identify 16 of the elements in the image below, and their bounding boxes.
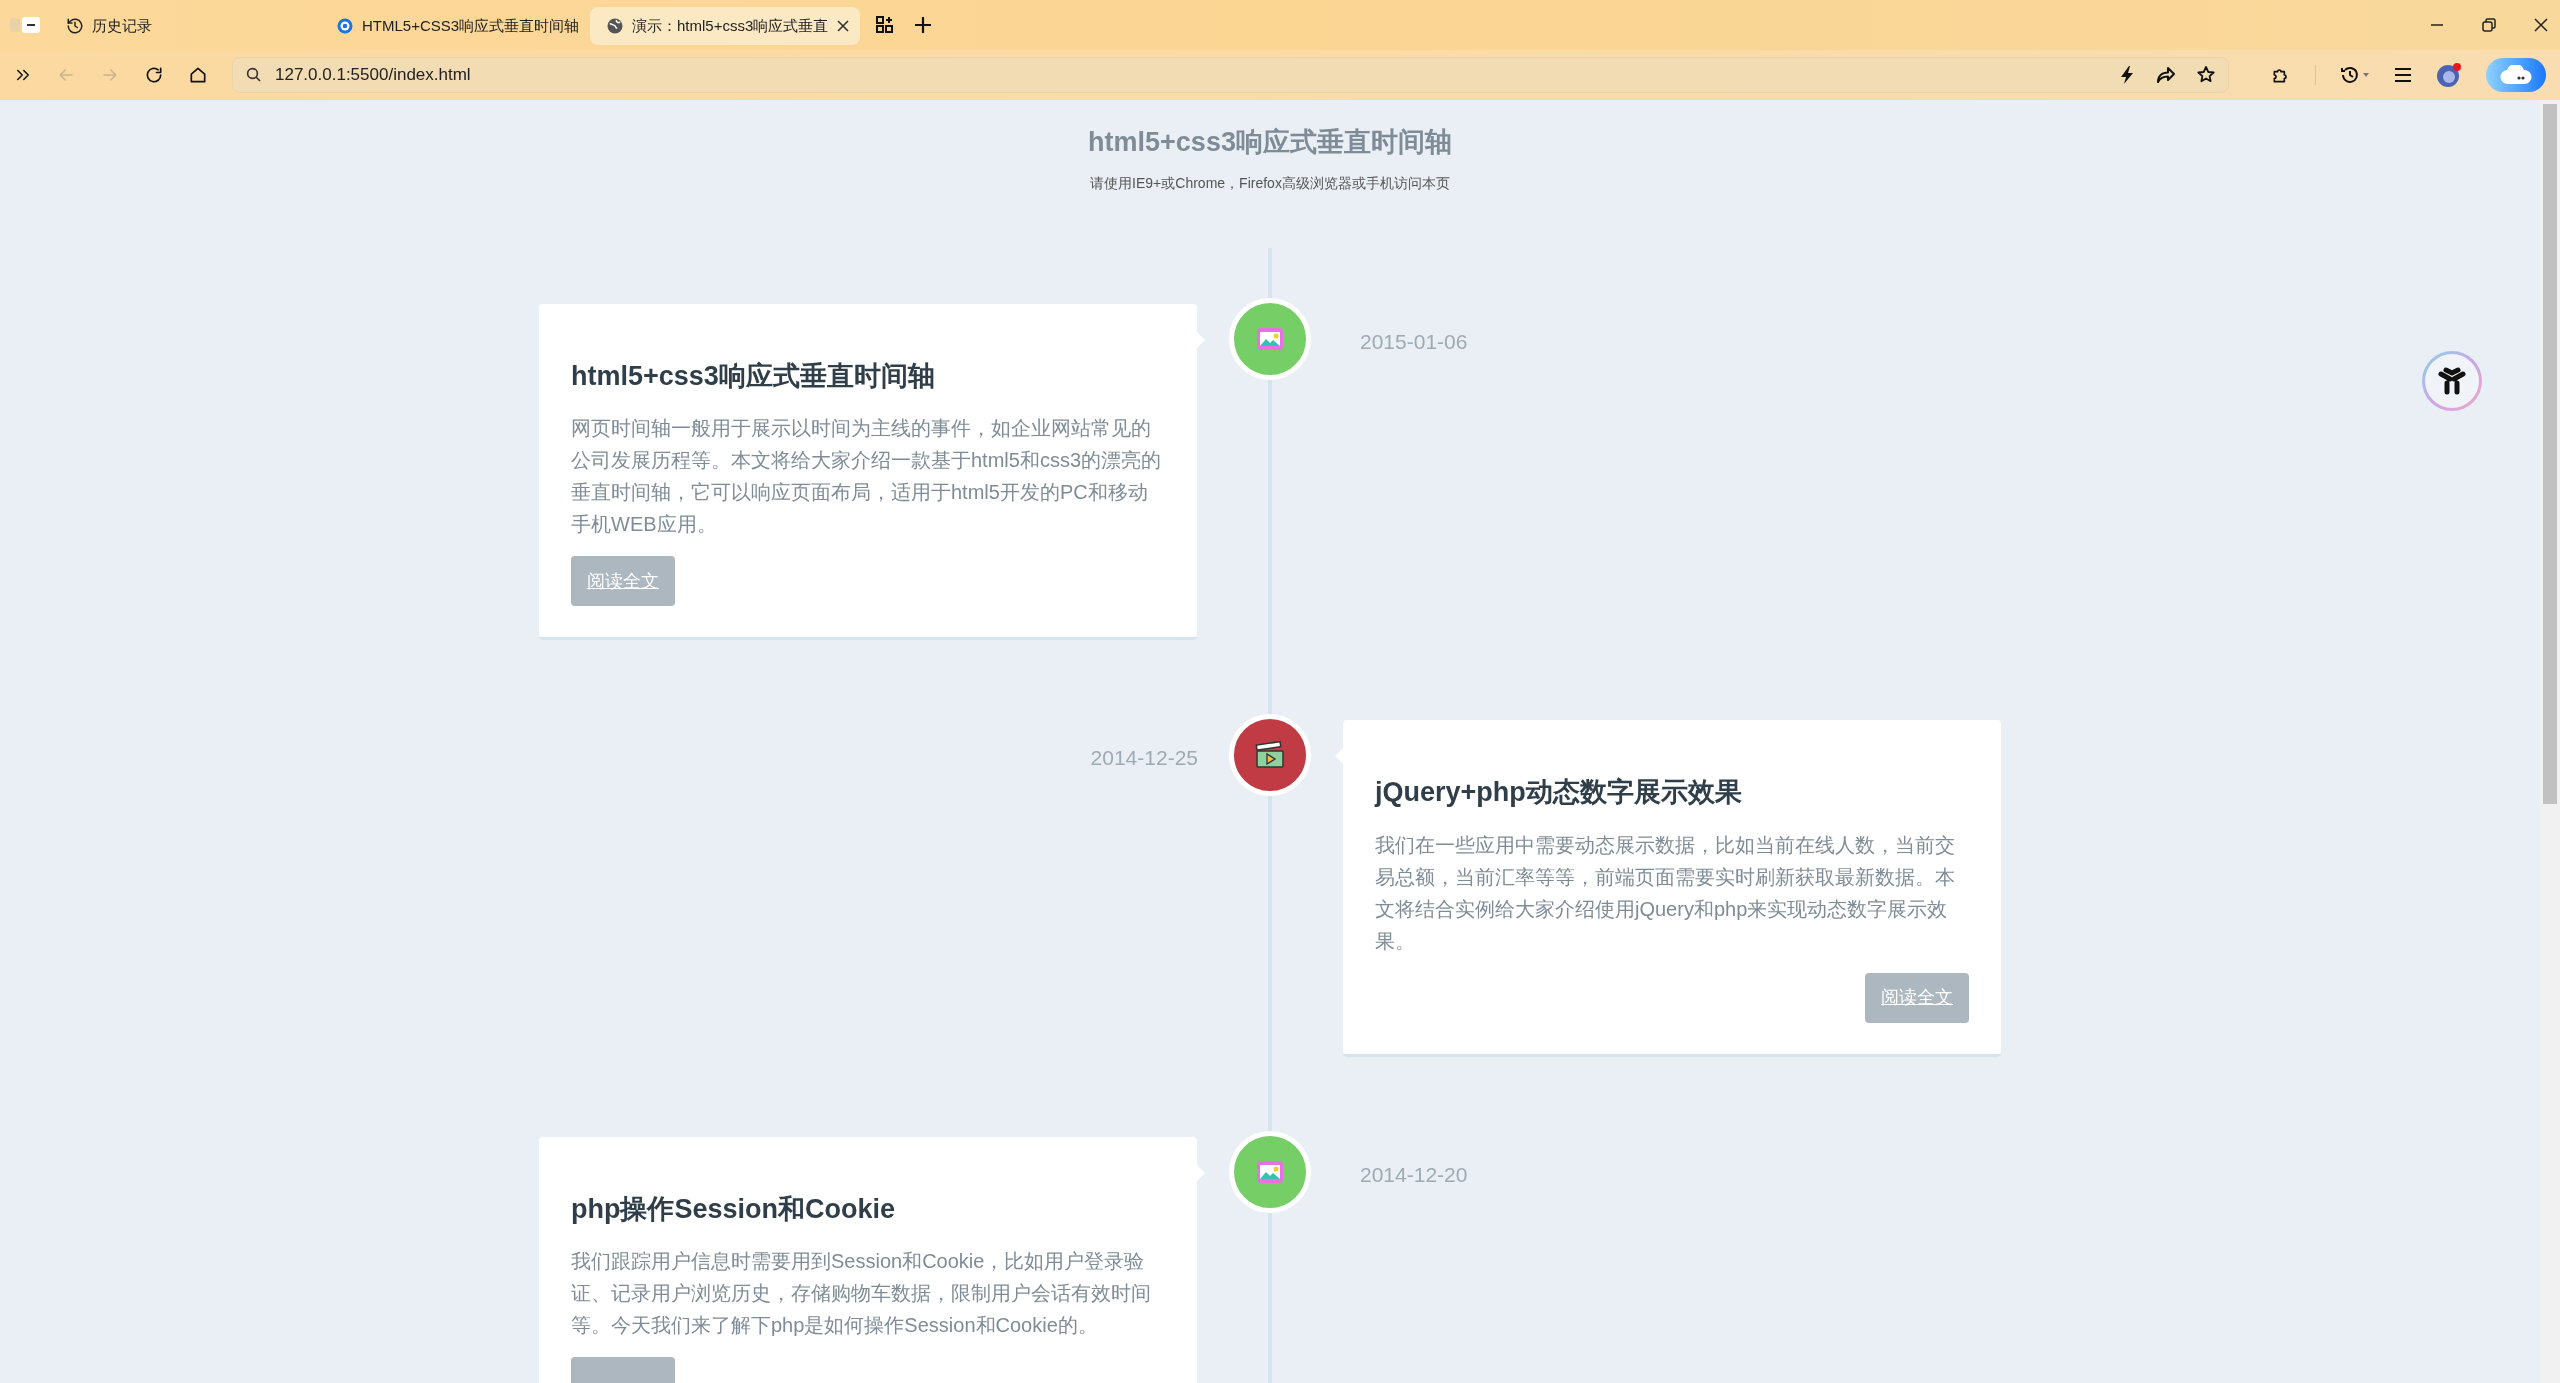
page-subtitle: 请使用IE9+或Chrome，Firefox高级浏览器或手机访问本页 (1090, 173, 1450, 193)
page-title: html5+css3响应式垂直时间轴 (1088, 126, 1452, 159)
card-text: 我们在一些应用中需要动态展示数据，比如当前在线人数，当前交易总额，当前汇率等等，前端页面需要实时刷新获取最新数据。本文将结合实例给大家介绍使用jQuery和php来实现动态数字展示效果。 (1375, 832, 1956, 954)
browser-tab[interactable]: 历史记录 (50, 7, 320, 45)
card-title: jQuery+php动态数字展示效果 (1375, 776, 1743, 809)
card-text: 我们跟踪用户信息时需要用到Session和Cookie，比如用户登录验证、记录用户浏览历史，存储购物车数据，限制用户会话有效时间等。今天我们来了解下php是如何操作Session和Cookie的。 (571, 1249, 1152, 1338)
browser-tab[interactable]: 演示：html5+css3响应式垂直 (590, 7, 860, 45)
address-text: 127.0.0.1:5500/index.html (275, 64, 471, 87)
date-label: 2015-01-06 (1360, 328, 1468, 355)
address-bar[interactable]: 127.0.0.1:5500/index.html (232, 57, 2229, 93)
browser-tab[interactable]: HTML5+CSS3响应式垂直时间轴 (320, 7, 590, 45)
card-title: php操作Session和Cookie (571, 1192, 897, 1226)
date-label: 2014-12-20 (1360, 1161, 1468, 1188)
date-label: 2014-12-25 (1090, 745, 1198, 771)
card-title: html5+css3响应式垂直时间轴 (571, 359, 936, 393)
card-text: 网页时间轴一般用于展示以时间为主线的事件，如企业网站常见的公司发展历程等。本文将给大家介绍一款基于html5和css3的漂亮的垂直时间轴，它可以响应页面布局，适用于html5开发的PC和移动手机WEB应用。 (571, 416, 1163, 537)
